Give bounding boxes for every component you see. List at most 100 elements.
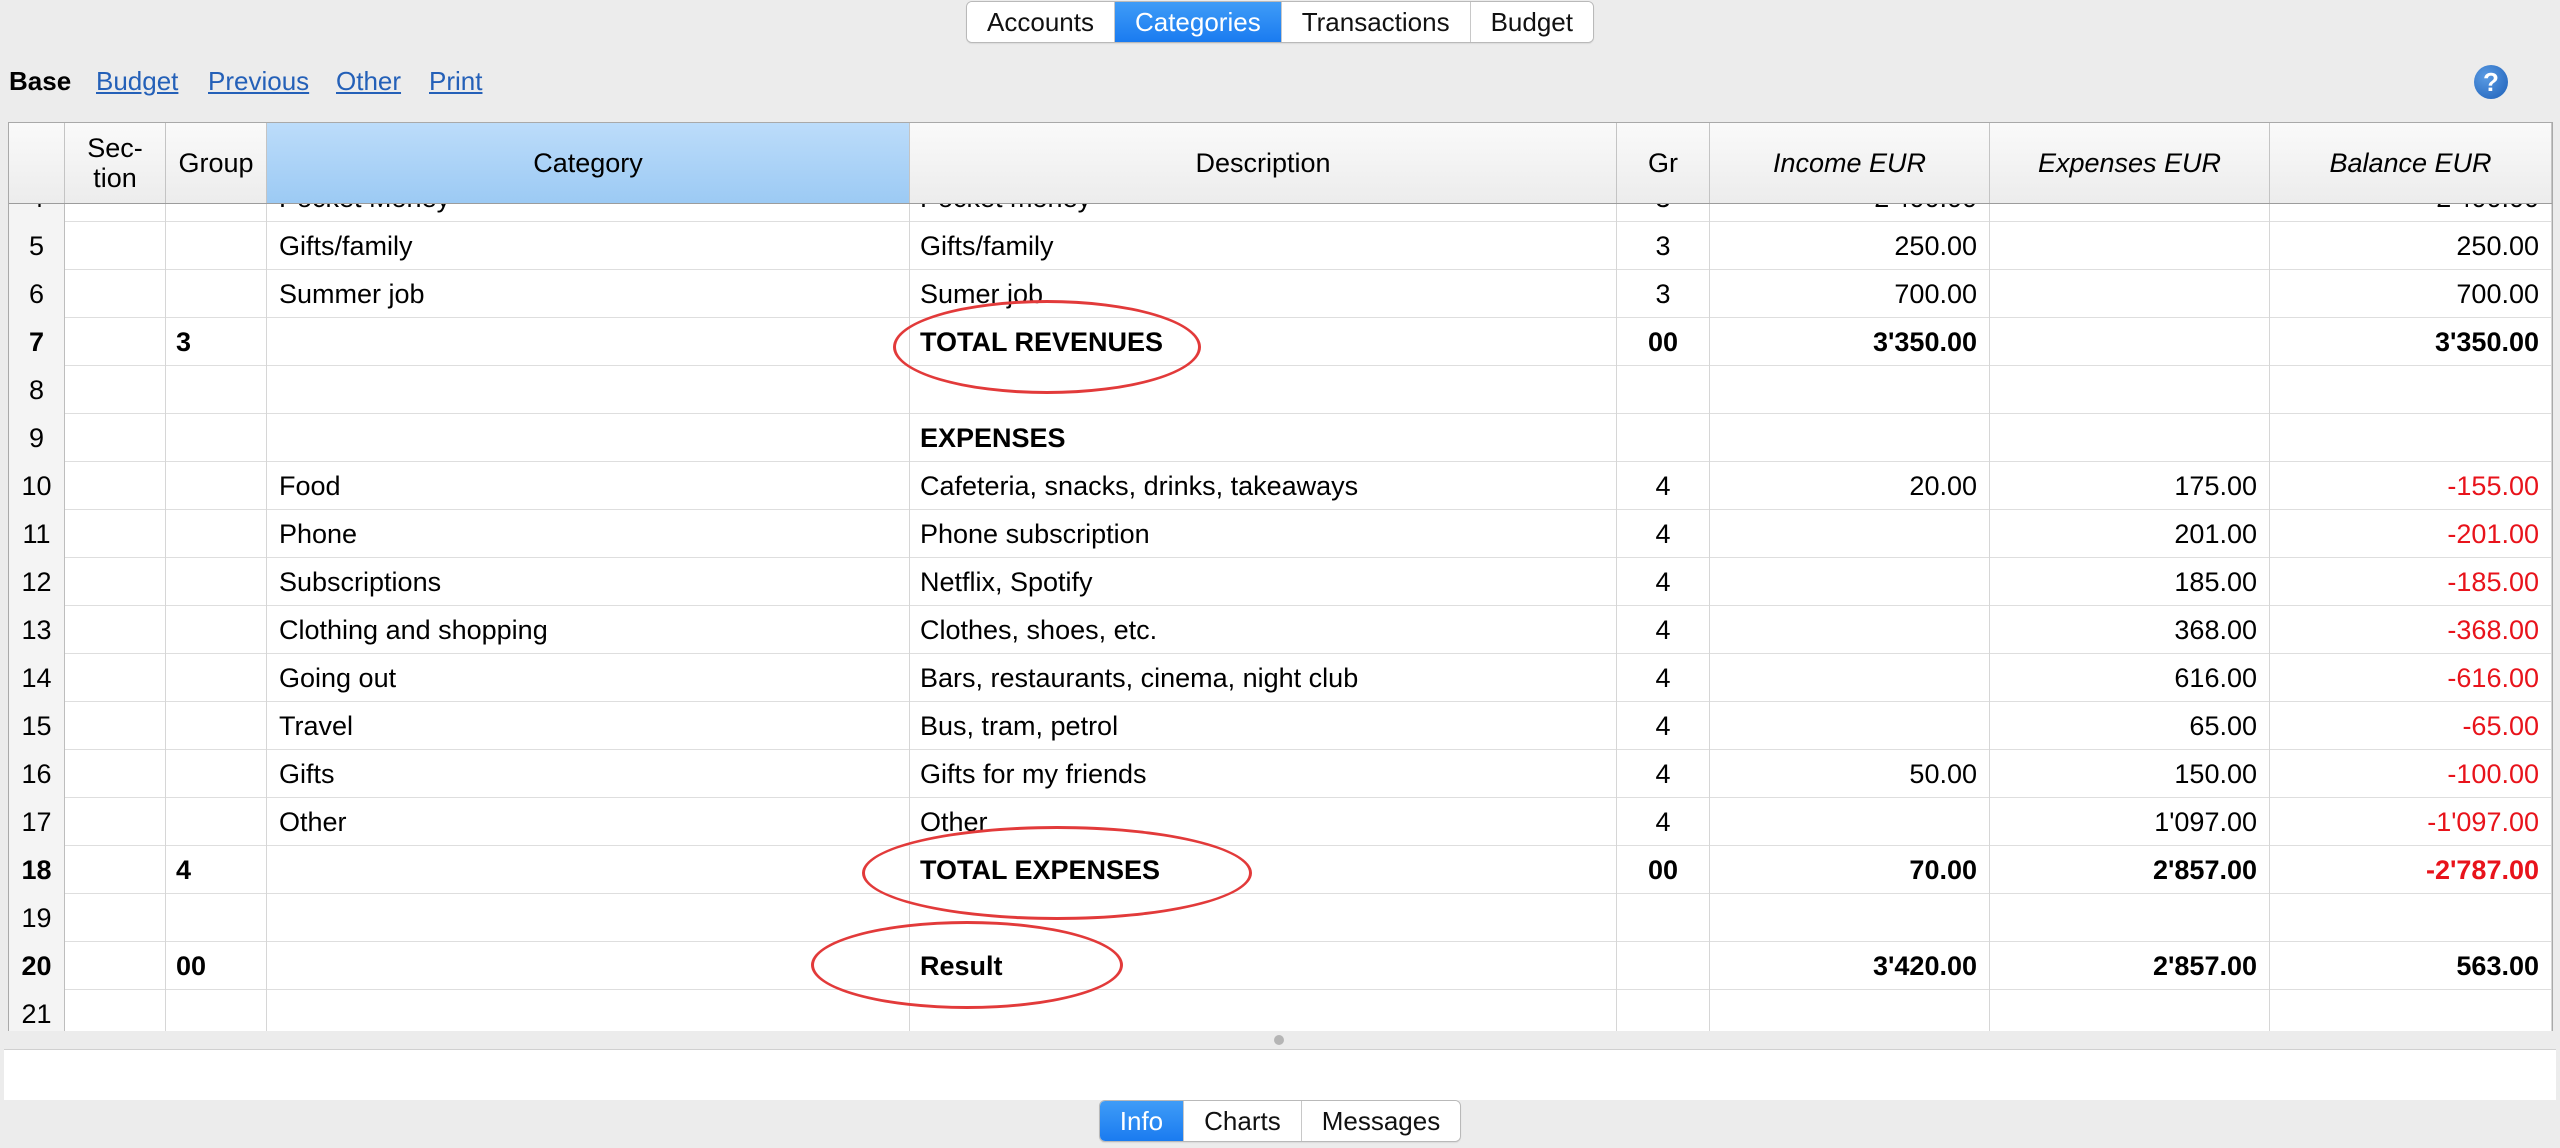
cell-balance[interactable]: 250.00 xyxy=(2270,222,2552,270)
cell-expenses[interactable]: 1'097.00 xyxy=(1990,798,2270,846)
cell-income[interactable] xyxy=(1710,606,1990,654)
table-row[interactable]: 6 Summer job Sumer job 3 700.00 700.00 xyxy=(9,270,2552,318)
cell-expenses[interactable] xyxy=(1990,990,2270,1031)
cell-income[interactable]: 20.00 xyxy=(1710,462,1990,510)
cell-balance[interactable]: -368.00 xyxy=(2270,606,2552,654)
cell-category[interactable]: Gifts/family xyxy=(267,222,910,270)
cell-group[interactable] xyxy=(166,798,267,846)
header-category[interactable]: Category xyxy=(267,123,910,203)
cell-expenses[interactable] xyxy=(1990,318,2270,366)
cell-group[interactable] xyxy=(166,654,267,702)
cell-section[interactable] xyxy=(65,798,166,846)
cell-gr[interactable]: 3 xyxy=(1617,222,1710,270)
table-row[interactable]: 5 Gifts/family Gifts/family 3 250.00 250.00 xyxy=(9,222,2552,270)
cell-category[interactable]: Travel xyxy=(267,702,910,750)
cell-description[interactable]: Gifts/family xyxy=(910,222,1617,270)
header-income[interactable]: Income EUR xyxy=(1710,123,1990,203)
cell-section[interactable] xyxy=(65,270,166,318)
cell-income[interactable]: 70.00 xyxy=(1710,846,1990,894)
cell-expenses[interactable]: 175.00 xyxy=(1990,462,2270,510)
cell-gr[interactable] xyxy=(1617,894,1710,942)
cell-category[interactable] xyxy=(267,318,910,366)
cell-expenses[interactable] xyxy=(1990,222,2270,270)
cell-balance[interactable]: -185.00 xyxy=(2270,558,2552,606)
cell-income[interactable]: 3'420.00 xyxy=(1710,942,1990,990)
cell-category[interactable]: Gifts xyxy=(267,750,910,798)
cell-gr[interactable]: 4 xyxy=(1617,798,1710,846)
table-row[interactable]: 16 Gifts Gifts for my friends 4 50.00 150.00-… xyxy=(9,750,2552,798)
help-icon[interactable]: ? xyxy=(2474,65,2508,99)
cell-category[interactable] xyxy=(267,894,910,942)
table-row[interactable]: 13 Clothing and shopping Clothes, shoes, e… xyxy=(9,606,2552,654)
table-row[interactable]: 15 Travel Bus, tram, petrol 4 65.00 -65.00 xyxy=(9,702,2552,750)
cell-description[interactable]: Bus, tram, petrol xyxy=(910,702,1617,750)
cell-balance[interactable]: -65.00 xyxy=(2270,702,2552,750)
cell-group[interactable] xyxy=(166,204,267,222)
tab-budget[interactable]: Budget xyxy=(1469,2,1593,42)
cell-category[interactable]: Subscriptions xyxy=(267,558,910,606)
cell-gr[interactable]: 00 xyxy=(1617,846,1710,894)
view-link-other[interactable]: Other xyxy=(336,66,401,96)
header-rownum[interactable] xyxy=(9,123,65,203)
cell-group[interactable] xyxy=(166,366,267,414)
cell-category[interactable] xyxy=(267,366,910,414)
cell-category[interactable]: Food xyxy=(267,462,910,510)
cell-balance[interactable]: -2'787.00 xyxy=(2270,846,2552,894)
cell-description[interactable]: Cafeteria, snacks, drinks, takeaways xyxy=(910,462,1617,510)
table-row[interactable]: 18 4 TOTAL EXPENSES 00 70.00 2'857.00 -2'787.0… xyxy=(9,846,2552,894)
bottom-tab-charts[interactable]: Charts xyxy=(1183,1101,1301,1141)
cell-income[interactable]: 2'400.00 xyxy=(1710,204,1990,222)
header-expenses[interactable]: Expenses EUR xyxy=(1990,123,2270,203)
bottom-tab-info[interactable]: Info xyxy=(1099,1101,1184,1141)
cell-description[interactable]: Netflix, Spotify xyxy=(910,558,1617,606)
cell-group[interactable]: 4 xyxy=(166,846,267,894)
table-row[interactable]: 7 3 TOTAL REVENUES 00 3'350.00 3'350.00 xyxy=(9,318,2552,366)
table-row[interactable]: 21 xyxy=(9,990,2552,1031)
cell-income[interactable]: 250.00 xyxy=(1710,222,1990,270)
cell-group[interactable] xyxy=(166,990,267,1031)
cell-balance[interactable]: 2'400.00 xyxy=(2270,204,2552,222)
cell-description[interactable]: Phone subscription xyxy=(910,510,1617,558)
cell-group[interactable] xyxy=(166,558,267,606)
header-group[interactable]: Group xyxy=(166,123,267,203)
cell-gr[interactable] xyxy=(1617,366,1710,414)
cell-group[interactable] xyxy=(166,270,267,318)
cell-section[interactable] xyxy=(65,222,166,270)
cell-expenses[interactable]: 2'857.00 xyxy=(1990,942,2270,990)
tab-accounts[interactable]: Accounts xyxy=(967,2,1114,42)
header-section[interactable]: Sec- tion xyxy=(65,123,166,203)
cell-category[interactable]: Going out xyxy=(267,654,910,702)
cell-expenses[interactable]: 368.00 xyxy=(1990,606,2270,654)
table-row[interactable]: 19 xyxy=(9,894,2552,942)
cell-balance[interactable]: -155.00 xyxy=(2270,462,2552,510)
cell-balance[interactable]: 700.00 xyxy=(2270,270,2552,318)
cell-section[interactable] xyxy=(65,702,166,750)
table-row[interactable]: 4Pocket MoneyPocket money32'400.002'400.… xyxy=(9,204,2552,222)
cell-expenses[interactable]: 201.00 xyxy=(1990,510,2270,558)
cell-gr[interactable] xyxy=(1617,414,1710,462)
cell-gr[interactable]: 00 xyxy=(1617,318,1710,366)
cell-expenses[interactable] xyxy=(1990,894,2270,942)
cell-group[interactable] xyxy=(166,894,267,942)
cell-gr[interactable]: 4 xyxy=(1617,654,1710,702)
cell-balance[interactable] xyxy=(2270,990,2552,1031)
tab-transactions[interactable]: Transactions xyxy=(1280,2,1470,42)
cell-expenses[interactable]: 2'857.00 xyxy=(1990,846,2270,894)
cell-category[interactable]: Phone xyxy=(267,510,910,558)
cell-group[interactable]: 00 xyxy=(166,942,267,990)
cell-income[interactable] xyxy=(1710,798,1990,846)
cell-category[interactable]: Clothing and shopping xyxy=(267,606,910,654)
cell-income[interactable] xyxy=(1710,990,1990,1031)
cell-expenses[interactable]: 185.00 xyxy=(1990,558,2270,606)
cell-gr[interactable] xyxy=(1617,942,1710,990)
cell-gr[interactable]: 3 xyxy=(1617,270,1710,318)
cell-section[interactable] xyxy=(65,204,166,222)
table-row[interactable]: 12 Subscriptions Netflix, Spotify 4 185.00 -1… xyxy=(9,558,2552,606)
cell-income[interactable] xyxy=(1710,558,1990,606)
cell-income[interactable]: 50.00 xyxy=(1710,750,1990,798)
cell-gr[interactable]: 3 xyxy=(1617,204,1710,222)
cell-category[interactable] xyxy=(267,990,910,1031)
cell-balance[interactable]: 563.00 xyxy=(2270,942,2552,990)
table-row[interactable]: 8 xyxy=(9,366,2552,414)
cell-expenses[interactable] xyxy=(1990,414,2270,462)
